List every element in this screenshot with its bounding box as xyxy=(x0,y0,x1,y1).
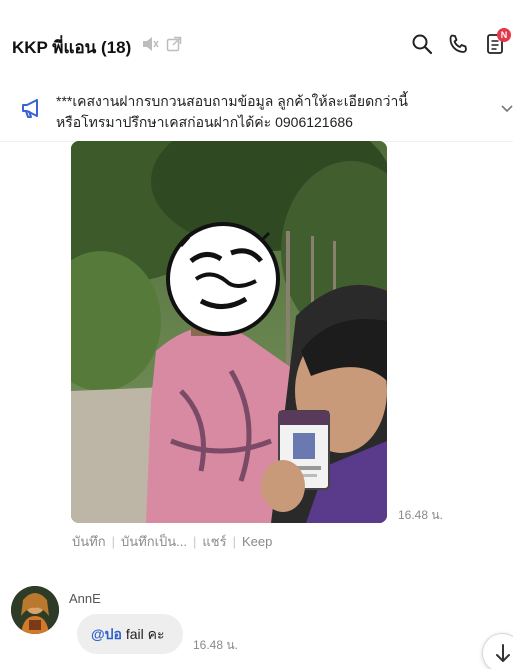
scroll-down-button[interactable] xyxy=(482,633,513,669)
photo-image xyxy=(71,141,387,523)
avatar[interactable] xyxy=(11,586,59,634)
arrow-down-icon xyxy=(496,644,510,662)
avatar-image xyxy=(11,586,59,634)
announcement-bar[interactable]: ***เคสงานฝากรบกวนสอบถามข้อมูล ลูกค้าให้ล… xyxy=(0,88,513,142)
chat-name: KKP พี่แอน xyxy=(12,38,97,57)
notification-badge: N xyxy=(497,28,511,42)
announcement-text: ***เคสงานฝากรบกวนสอบถามข้อมูล ลูกค้าให้ล… xyxy=(56,91,466,133)
external-link-icon[interactable] xyxy=(166,36,182,52)
keep-action[interactable]: Keep xyxy=(242,534,272,549)
photo-message[interactable] xyxy=(71,141,387,523)
divider: | xyxy=(232,534,236,549)
divider: | xyxy=(192,534,197,549)
photo-actions: บันทึก | บันทึกเป็น... | แชร์ | Keep xyxy=(72,531,272,552)
sender-name: AnnE xyxy=(69,591,101,606)
share-action[interactable]: แชร์ xyxy=(202,534,226,549)
save-as-action[interactable]: บันทึกเป็น... xyxy=(121,534,187,549)
save-action[interactable]: บันทึก xyxy=(72,534,106,549)
search-icon[interactable] xyxy=(411,33,433,55)
phone-icon[interactable] xyxy=(447,33,469,55)
photo-timestamp: 16.48 น. xyxy=(398,508,443,522)
message-text: fail คะ xyxy=(121,626,165,642)
chat-title[interactable]: KKP พี่แอน (18) xyxy=(12,34,131,61)
message-bubble[interactable]: @ปอ fail คะ xyxy=(77,614,183,654)
announcement-line-1: ***เคสงานฝากรบกวนสอบถามข้อมูล ลูกค้าให้ล… xyxy=(56,93,408,109)
mute-icon xyxy=(143,37,159,51)
megaphone-icon xyxy=(22,99,38,118)
mention-link[interactable]: @ปอ xyxy=(91,626,122,642)
chat-header: KKP พี่แอน (18) N xyxy=(0,0,513,88)
divider: | xyxy=(111,534,115,549)
chevron-down-icon[interactable] xyxy=(500,104,513,114)
message-timestamp: 16.48 น. xyxy=(193,638,238,652)
member-count: (18) xyxy=(101,38,132,57)
announcement-line-2: หรือโทรมาปรึกษาเคสก่อนฝากได้ค่ะ 09061216… xyxy=(56,114,353,130)
